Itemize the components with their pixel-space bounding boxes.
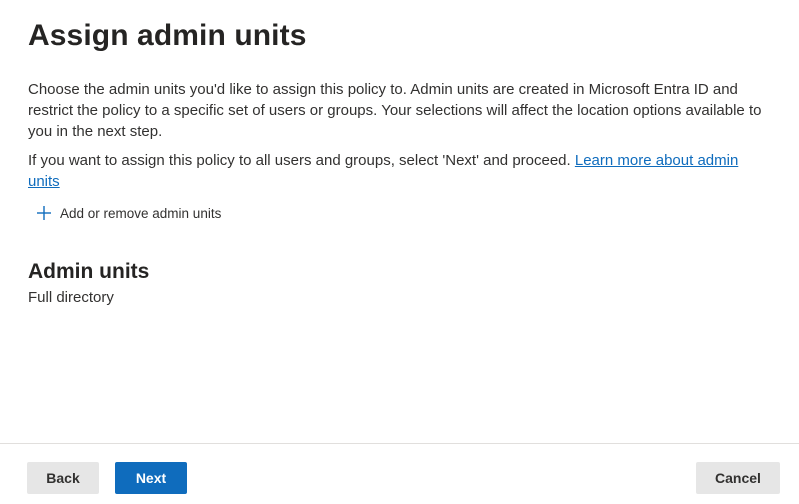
admin-units-value: Full directory: [28, 289, 114, 306]
description-paragraph: Choose the admin units you'd like to ass…: [28, 81, 762, 140]
add-remove-admin-units-label: Add or remove admin units: [60, 205, 222, 221]
plus-icon: [36, 205, 52, 221]
page-title: Assign admin units: [28, 19, 307, 52]
add-remove-admin-units-button[interactable]: Add or remove admin units: [34, 203, 223, 223]
cancel-button[interactable]: Cancel: [696, 462, 780, 494]
all-users-note-text: If you want to assign this policy to all…: [28, 152, 575, 169]
wizard-footer: Back Next Cancel: [0, 443, 799, 504]
admin-units-heading: Admin units: [28, 260, 150, 283]
back-button[interactable]: Back: [27, 462, 99, 494]
next-button[interactable]: Next: [115, 462, 187, 494]
all-users-note: If you want to assign this policy to all…: [28, 150, 768, 192]
assign-admin-units-page: Assign admin units Choose the admin unit…: [0, 0, 799, 504]
